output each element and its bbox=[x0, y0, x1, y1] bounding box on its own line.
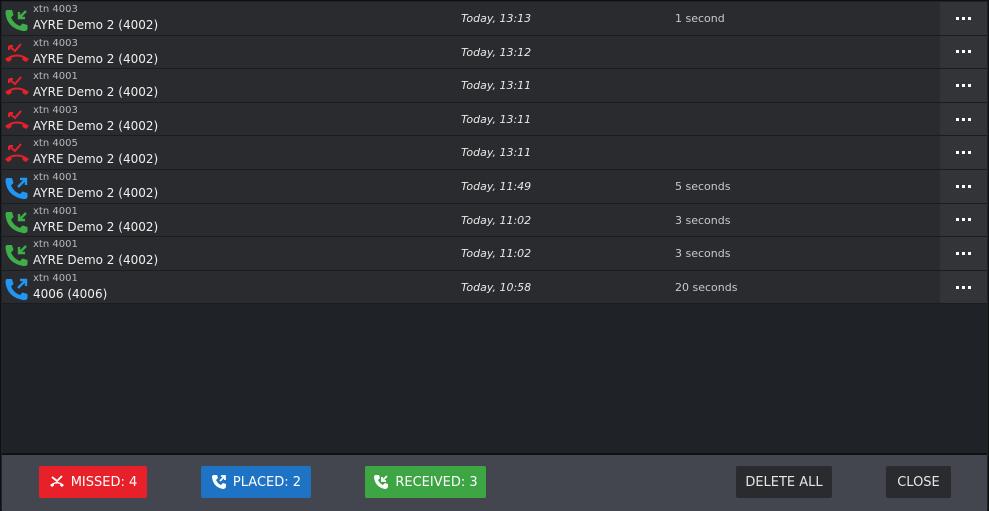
call-duration: 3 seconds bbox=[675, 213, 731, 227]
phone-placed-icon bbox=[4, 176, 30, 200]
call-contact: 4006 (4006) bbox=[33, 286, 108, 301]
more-options-icon bbox=[956, 285, 971, 289]
call-extension: xtn 4001 bbox=[33, 272, 78, 284]
call-extension: xtn 4001 bbox=[33, 205, 78, 217]
call-time: Today, 13:12 bbox=[461, 45, 532, 59]
call-contact: AYRE Demo 2 (4002) bbox=[33, 185, 159, 200]
phone-placed-icon bbox=[211, 475, 226, 489]
received-filter-label: RECEIVED: 3 bbox=[395, 474, 478, 490]
row-more-options-button[interactable] bbox=[940, 169, 987, 203]
call-list: xtn 4003 AYRE Demo 2 (4002) Today, 13:13 1 … bbox=[2, 2, 987, 305]
delete-all-button[interactable]: DELETE ALL bbox=[736, 466, 832, 498]
row-more-options-button[interactable] bbox=[940, 2, 987, 35]
row-more-options-button[interactable] bbox=[940, 136, 987, 169]
call-extension: xtn 4005 bbox=[33, 138, 78, 150]
placed-filter-button[interactable]: PLACED: 2 bbox=[201, 466, 311, 498]
phone-missed-icon bbox=[4, 42, 30, 66]
call-row[interactable]: xtn 4005 AYRE Demo 2 (4002) Today, 13:11 bbox=[2, 136, 987, 170]
call-row[interactable]: xtn 4003 AYRE Demo 2 (4002) Today, 13:12 bbox=[2, 35, 987, 70]
call-time: Today, 13:11 bbox=[461, 112, 532, 126]
call-extension: xtn 4003 bbox=[33, 37, 78, 49]
row-more-options-button[interactable] bbox=[940, 203, 987, 237]
placed-filter-label: PLACED: 2 bbox=[232, 474, 302, 490]
call-row[interactable]: xtn 4001 AYRE Demo 2 (4002) Today, 11:49 5 … bbox=[2, 169, 987, 204]
more-options-icon bbox=[956, 50, 971, 54]
call-extension: xtn 4001 bbox=[33, 239, 78, 251]
call-contact: AYRE Demo 2 (4002) bbox=[33, 118, 159, 133]
more-options-icon bbox=[956, 16, 971, 20]
more-options-icon bbox=[956, 83, 971, 87]
call-time: Today, 10:58 bbox=[461, 280, 532, 294]
phone-missed-icon bbox=[49, 475, 64, 487]
missed-filter-button[interactable]: MISSED: 4 bbox=[39, 466, 147, 498]
call-duration: 20 seconds bbox=[675, 280, 738, 294]
phone-missed-icon bbox=[4, 75, 30, 99]
call-row[interactable]: xtn 4001 4006 (4006) Today, 10:58 20 second… bbox=[2, 270, 987, 305]
call-contact: AYRE Demo 2 (4002) bbox=[33, 51, 159, 66]
footer-toolbar: MISSED: 4 PLACED: 2 RECEIVED: 3 DELETE A… bbox=[2, 453, 987, 511]
call-contact: AYRE Demo 2 (4002) bbox=[33, 219, 159, 234]
close-button[interactable]: CLOSE bbox=[886, 466, 951, 498]
call-row[interactable]: xtn 4001 AYRE Demo 2 (4002) Today, 11:02 3 … bbox=[2, 237, 987, 271]
call-duration: 5 seconds bbox=[675, 179, 731, 193]
call-duration: 1 second bbox=[675, 12, 725, 25]
call-extension: xtn 4003 bbox=[33, 104, 78, 116]
phone-missed-icon bbox=[4, 109, 30, 133]
call-time: Today, 13:11 bbox=[461, 146, 532, 160]
row-more-options-button[interactable] bbox=[940, 35, 987, 69]
call-time: Today, 11:49 bbox=[461, 179, 532, 193]
missed-filter-label: MISSED: 4 bbox=[70, 474, 138, 490]
call-contact: AYRE Demo 2 (4002) bbox=[33, 152, 159, 167]
more-options-icon bbox=[956, 218, 971, 222]
call-time: Today, 11:02 bbox=[461, 213, 532, 227]
call-history-panel: xtn 4003 AYRE Demo 2 (4002) Today, 13:13 1 … bbox=[0, 0, 989, 511]
phone-placed-icon bbox=[4, 277, 30, 301]
call-duration: 3 seconds bbox=[675, 247, 731, 261]
more-options-icon bbox=[956, 251, 971, 255]
row-more-options-button[interactable] bbox=[940, 102, 987, 136]
call-row[interactable]: xtn 4001 AYRE Demo 2 (4002) Today, 13:11 bbox=[2, 69, 987, 103]
phone-received-icon bbox=[374, 475, 389, 489]
phone-received-icon bbox=[4, 8, 30, 32]
phone-received-icon bbox=[4, 210, 30, 234]
more-options-icon bbox=[956, 184, 971, 188]
call-time: Today, 13:13 bbox=[461, 12, 532, 25]
call-time: Today, 13:11 bbox=[461, 79, 532, 93]
row-more-options-button[interactable] bbox=[940, 270, 987, 304]
phone-received-icon bbox=[4, 243, 30, 267]
call-time: Today, 11:02 bbox=[461, 247, 532, 261]
call-row[interactable]: xtn 4003 AYRE Demo 2 (4002) Today, 13:11 bbox=[2, 102, 987, 137]
call-row[interactable]: xtn 4001 AYRE Demo 2 (4002) Today, 11:02 3 … bbox=[2, 203, 987, 238]
call-extension: xtn 4001 bbox=[33, 171, 78, 183]
more-options-icon bbox=[956, 151, 971, 155]
call-extension: xtn 4001 bbox=[33, 71, 78, 83]
call-row[interactable]: xtn 4003 AYRE Demo 2 (4002) Today, 13:13 1 … bbox=[2, 2, 987, 36]
call-contact: AYRE Demo 2 (4002) bbox=[33, 18, 159, 32]
more-options-icon bbox=[956, 117, 971, 121]
row-more-options-button[interactable] bbox=[940, 69, 987, 102]
phone-missed-icon bbox=[4, 142, 30, 166]
call-extension: xtn 4003 bbox=[33, 4, 78, 15]
call-contact: AYRE Demo 2 (4002) bbox=[33, 85, 159, 100]
call-contact: AYRE Demo 2 (4002) bbox=[33, 253, 159, 268]
row-more-options-button[interactable] bbox=[940, 237, 987, 270]
received-filter-button[interactable]: RECEIVED: 3 bbox=[365, 466, 486, 498]
